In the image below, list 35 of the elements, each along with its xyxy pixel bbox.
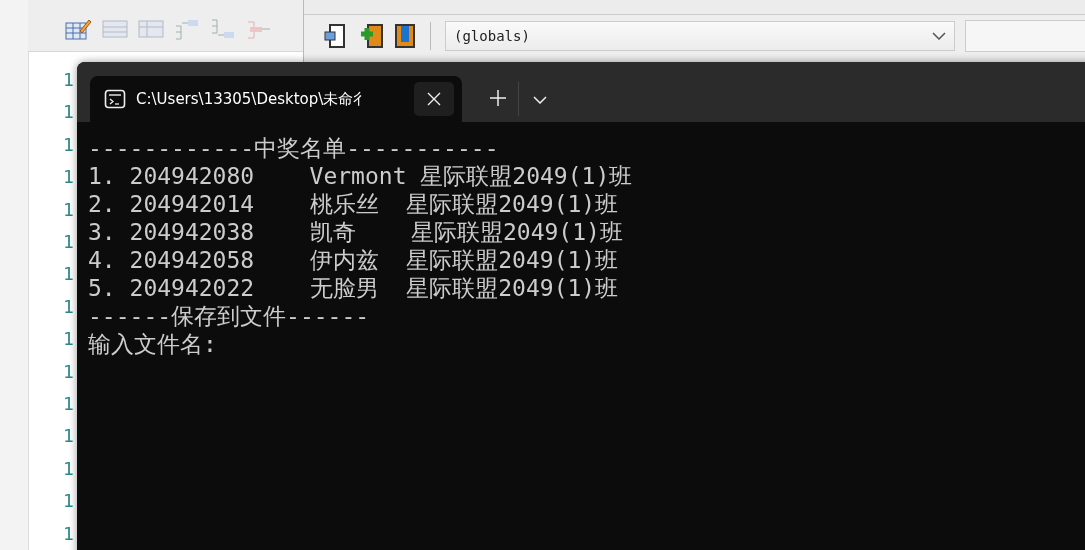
line-number: 1 [63,456,74,481]
line-number: 1 [63,229,74,254]
line-number: 1 [63,359,74,384]
line-number: 1 [63,294,74,319]
line-number: 1 [63,391,74,416]
line-number: 1 [63,67,74,92]
line-number: 1 [63,100,74,125]
close-icon[interactable] [414,82,454,116]
add-icon[interactable] [358,23,384,49]
new-tab-icon[interactable] [490,90,506,106]
console-line: 1. 204942080 Vermont 星际联盟2049(1)班 [88,162,633,190]
line-number: 1 [63,327,74,352]
line-number: 1 [63,165,74,190]
terminal-tab[interactable]: C:\Users\13305\Desktop\未命彳 [90,76,462,122]
line-number: 1 [63,424,74,449]
terminal-icon [104,88,126,110]
console-line: 4. 204942058 伊内兹 星际联盟2049(1)班 [88,246,619,274]
console-line: 5. 204942022 无脸男 星际联盟2049(1)班 [88,274,619,302]
console-line: ------保存到文件------ [88,302,370,330]
window-icon[interactable] [322,23,348,49]
line-number: 1 [63,132,74,157]
console-line: 3. 204942038 凯奇 星际联盟2049(1)班 [88,218,623,246]
console-line: 2. 204942014 桃乐丝 星际联盟2049(1)班 [88,190,619,218]
table-edit-icon[interactable] [64,17,92,42]
line-number: 1 [63,262,74,287]
tab-title: C:\Users\13305\Desktop\未命彳 [136,89,370,109]
line-number: 1 [63,489,74,514]
console-line: ------------中奖名单----------- [88,134,499,162]
scope-dropdown[interactable]: (globals) [445,21,955,51]
chevron-down-icon [931,32,946,40]
line-number: 1 [63,197,74,222]
line-number: 1 [63,521,74,546]
console-line: 输入文件名: [88,330,217,358]
book-icon[interactable] [394,23,416,49]
chevron-down-icon[interactable] [533,96,547,104]
